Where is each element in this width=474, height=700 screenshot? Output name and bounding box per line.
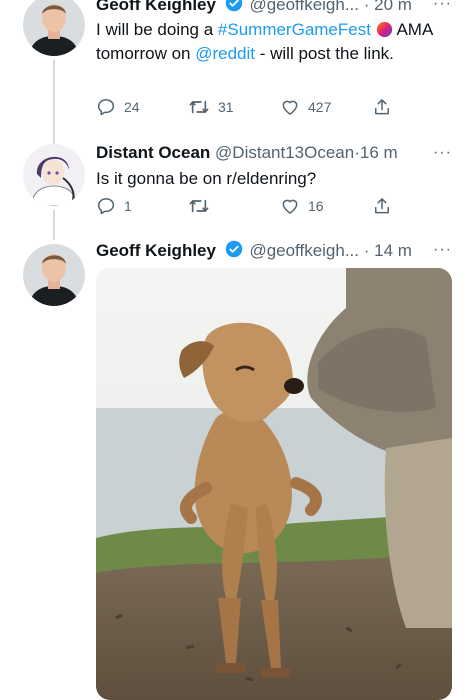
like-icon: [282, 100, 298, 115]
reply-button[interactable]: 24: [96, 97, 140, 117]
share-button[interactable]: [372, 196, 392, 216]
like-icon: [282, 199, 298, 214]
timestamp[interactable]: 16 m: [360, 143, 398, 162]
separator: ·: [363, 0, 370, 14]
thread-line: [53, 60, 55, 150]
hashtag-link[interactable]: #SummerGameFest: [218, 20, 371, 39]
dog-photo: [96, 268, 452, 700]
tweet-header: Geoff Keighley @geoffkeigh... · 20 m: [96, 0, 412, 17]
reply-button[interactable]: 1: [96, 196, 132, 216]
more-icon[interactable]: ···: [433, 144, 452, 162]
timestamp[interactable]: 14 m: [374, 241, 412, 260]
author-name[interactable]: Distant Ocean: [96, 143, 210, 162]
like-count: 427: [308, 99, 332, 115]
avatar[interactable]: [23, 0, 85, 56]
share-icon: [375, 99, 389, 115]
author-name[interactable]: Geoff Keighley: [96, 241, 216, 260]
author-handle[interactable]: @geoffkeigh...: [249, 241, 359, 260]
tweet-media-photo[interactable]: [96, 268, 452, 700]
share-button[interactable]: [372, 97, 392, 117]
reply-icon: [97, 99, 115, 116]
like-count: 16: [308, 198, 324, 214]
reply-icon: [97, 198, 115, 215]
tweet-actions: 1 16: [96, 196, 396, 220]
verified-badge-icon: [225, 0, 243, 17]
share-icon: [375, 198, 389, 214]
retweet-icon: [189, 100, 209, 114]
timestamp[interactable]: 20 m: [374, 0, 412, 14]
separator: ·: [363, 241, 370, 260]
reply-count: 1: [124, 198, 132, 214]
tweet-actions: 24 31 427: [96, 97, 396, 121]
more-icon[interactable]: ···: [433, 0, 452, 13]
reply-count: 24: [124, 99, 140, 115]
author-handle[interactable]: @Distant13Ocean: [215, 143, 354, 162]
tweet-header: Distant Ocean @Distant13Ocean·16 m: [96, 143, 398, 163]
verified-badge-icon: [225, 240, 243, 263]
like-button[interactable]: 427: [280, 97, 331, 117]
tweet-text: Is it gonna be on r/eldenring?: [96, 169, 317, 188]
like-button[interactable]: 16: [280, 196, 324, 216]
avatar[interactable]: [23, 144, 85, 206]
avatar[interactable]: [23, 244, 85, 306]
more-icon[interactable]: ···: [433, 241, 452, 259]
author-name[interactable]: Geoff Keighley: [96, 0, 216, 14]
tweet-header: Geoff Keighley @geoffkeigh... · 14 m: [96, 240, 412, 263]
hashtag-emoji-icon: [376, 21, 392, 38]
tweet-1[interactable]: Geoff Keighley @geoffkeigh... · 20 m ···…: [0, 0, 474, 150]
retweet-count: 31: [218, 99, 234, 115]
retweet-button[interactable]: [188, 196, 218, 216]
author-handle[interactable]: @geoffkeigh...: [249, 0, 359, 14]
mention-link[interactable]: @reddit: [195, 44, 255, 63]
retweet-icon: [189, 199, 209, 213]
tweet-text: I will be doing a #SummerGameFest AMA to…: [96, 20, 433, 63]
retweet-button[interactable]: 31: [188, 97, 234, 117]
tweet-2[interactable]: Distant Ocean @Distant13Ocean·16 m ··· I…: [0, 140, 474, 240]
